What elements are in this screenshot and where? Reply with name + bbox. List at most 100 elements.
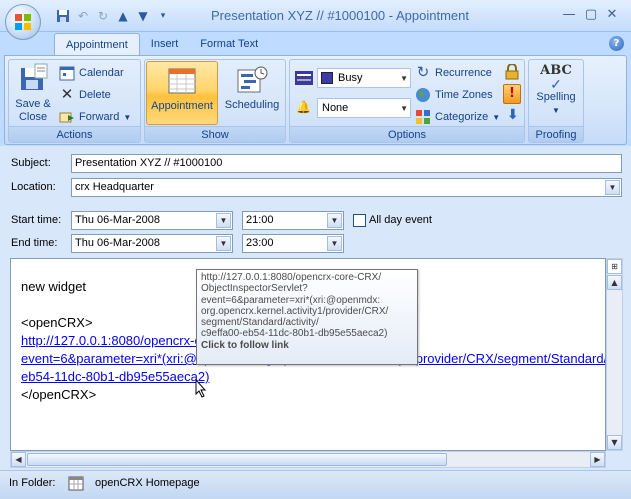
tooltip-action: Click to follow link <box>201 339 289 351</box>
show-as-select[interactable]: Busy ▼ <box>317 68 411 88</box>
spelling-button[interactable]: ABC ✓ Spelling ▼ <box>530 62 582 126</box>
start-time-input[interactable]: 21:00 ▼ <box>242 211 344 230</box>
scroll-up-icon[interactable]: ▲ <box>607 275 622 290</box>
subject-input[interactable]: Presentation XYZ // #1000100 <box>71 154 622 173</box>
tab-format-text[interactable]: Format Text <box>189 33 269 55</box>
start-date-input[interactable]: Thu 06-Mar-2008 ▼ <box>71 211 233 230</box>
time-zones-button[interactable]: Time Zones <box>415 85 493 105</box>
body-line-widget: new widget <box>21 279 87 294</box>
end-time-label: End time: <box>11 237 58 249</box>
recurrence-icon: ↻ <box>416 64 430 81</box>
close-button[interactable]: ✕ <box>601 6 623 24</box>
appointment-button[interactable]: Appointment <box>146 61 218 125</box>
tooltip-line: segment/Standard/activity/ <box>201 317 319 329</box>
all-day-checkbox[interactable] <box>353 214 366 227</box>
globe-icon <box>416 88 430 102</box>
start-time-dropdown-icon[interactable]: ▼ <box>327 213 342 228</box>
tooltip-line: http://127.0.0.1:8080/opencrx-core-CRX/ <box>201 272 382 283</box>
horizontal-scrollbar[interactable]: ◀ ▶ <box>10 451 606 468</box>
scheduling-button[interactable]: Scheduling <box>220 61 284 125</box>
location-value: crx Headquarter <box>75 181 154 193</box>
start-time-label: Start time: <box>11 214 62 226</box>
mouse-cursor-icon <box>195 379 207 398</box>
group-actions: Save & Close Calendar ✕ Delete Forward ▼… <box>8 59 141 143</box>
tooltip-line: c9effa00-eb54-11dc-80b1-db95e55aeca2) <box>201 328 388 340</box>
ribbon-tabs: Appointment Insert Format Text <box>54 33 269 55</box>
spelling-dropdown-icon: ▼ <box>552 106 560 115</box>
delete-button[interactable]: ✕ Delete <box>59 85 111 105</box>
help-icon[interactable]: ? <box>609 36 624 51</box>
office-button[interactable] <box>5 4 41 40</box>
delete-label: Delete <box>79 89 111 101</box>
reminder-value: None <box>322 102 349 114</box>
scheduling-label: Scheduling <box>224 99 280 111</box>
scroll-left-icon[interactable]: ◀ <box>11 452 26 467</box>
body-link-part-3[interactable]: eb54-11dc-80b1-db95e55aeca2) <box>21 369 209 384</box>
save-close-label-1: Save & <box>15 98 51 110</box>
editor-options-icon[interactable]: ⊞ <box>607 259 622 274</box>
start-date-dropdown-icon[interactable]: ▼ <box>216 213 231 228</box>
end-date-input[interactable]: Thu 06-Mar-2008 ▼ <box>71 234 233 253</box>
recurrence-button[interactable]: ↻ Recurrence <box>415 63 492 83</box>
end-time-input[interactable]: 23:00 ▼ <box>242 234 344 253</box>
private-lock-icon[interactable] <box>505 64 519 80</box>
time-zones-label: Time Zones <box>435 89 493 101</box>
save-close-icon <box>21 63 48 90</box>
forward-icon <box>59 112 74 123</box>
in-folder-label: In Folder: <box>9 477 56 489</box>
previous-item-icon[interactable]: ▲ <box>114 7 132 25</box>
scroll-right-icon[interactable]: ▶ <box>590 452 605 467</box>
tooltip-line: org.opencrx.kernel.activity1/provider/CR… <box>201 305 389 317</box>
all-day-label: All day event <box>369 214 432 226</box>
folder-calendar-icon <box>68 476 84 491</box>
low-importance-icon[interactable]: ⬇ <box>507 107 519 123</box>
appointment-label: Appointment <box>151 100 213 112</box>
redo-icon[interactable]: ↻ <box>94 7 112 25</box>
categorize-icon <box>416 110 430 124</box>
group-options-label: Options <box>290 126 524 142</box>
categorize-dropdown-icon[interactable]: ▼ <box>492 113 500 122</box>
location-dropdown-icon[interactable]: ▼ <box>605 180 620 195</box>
location-label: Location: <box>11 181 56 193</box>
subject-label: Subject: <box>11 157 51 169</box>
tooltip-line: ObjectInspectorServlet? <box>201 283 308 295</box>
next-item-icon[interactable]: ▼ <box>134 7 152 25</box>
busy-swatch-icon <box>321 72 333 84</box>
save-close-button[interactable]: Save & Close <box>11 62 55 126</box>
calendar-button[interactable]: Calendar <box>59 63 124 83</box>
start-date-value: Thu 06-Mar-2008 <box>75 214 160 226</box>
calendar-label: Calendar <box>79 67 124 79</box>
tooltip-line: event=6&parameter=xri*(xri:@openmdx: <box>201 294 381 306</box>
end-date-dropdown-icon[interactable]: ▼ <box>216 236 231 251</box>
vertical-scrollbar[interactable]: ⊞ ▲ ▼ <box>606 258 623 451</box>
save-icon[interactable] <box>54 7 72 25</box>
high-importance-icon[interactable]: ! <box>503 84 521 104</box>
show-as-value: Busy <box>338 72 363 84</box>
location-input[interactable]: crx Headquarter ▼ <box>71 178 622 197</box>
end-date-value: Thu 06-Mar-2008 <box>75 237 160 249</box>
tab-insert[interactable]: Insert <box>140 33 190 55</box>
forward-button[interactable]: Forward ▼ <box>59 107 131 127</box>
scheduling-icon <box>237 66 268 93</box>
horizontal-scroll-thumb[interactable] <box>27 453 447 466</box>
group-actions-label: Actions <box>9 126 140 142</box>
reminder-bell-icon: 🔔 <box>296 100 311 114</box>
tab-appointment[interactable]: Appointment <box>54 33 140 55</box>
body-open-tag: <openCRX> <box>21 315 93 330</box>
reminder-select[interactable]: None ▼ <box>317 98 411 118</box>
forward-dropdown-icon[interactable]: ▼ <box>123 113 131 122</box>
categorize-label: Categorize <box>435 111 489 123</box>
status-bar: In Folder: openCRX Homepage <box>0 470 631 499</box>
group-show: Appointment Scheduling Show <box>144 59 286 143</box>
delete-icon: ✕ <box>60 86 74 103</box>
end-time-value: 23:00 <box>246 237 274 249</box>
undo-icon[interactable]: ↶ <box>74 7 92 25</box>
maximize-button[interactable]: ▢ <box>580 6 602 24</box>
end-time-dropdown-icon[interactable]: ▼ <box>327 236 342 251</box>
categorize-button[interactable]: Categorize ▼ <box>415 107 500 127</box>
spelling-check-icon: ✓ <box>550 76 562 92</box>
minimize-button[interactable]: — <box>558 6 580 24</box>
link-tooltip: http://127.0.0.1:8080/opencrx-core-CRX/ … <box>196 269 418 365</box>
scroll-down-icon[interactable]: ▼ <box>607 435 622 450</box>
reminder-dropdown-icon: ▼ <box>400 104 408 113</box>
